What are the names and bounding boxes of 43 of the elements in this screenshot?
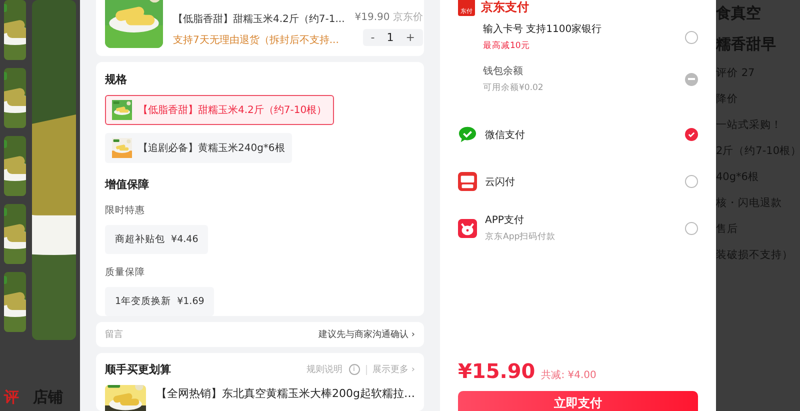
quantity-value: 1: [386, 31, 394, 44]
message-hint: 建议先与商家沟通确认 ›: [318, 328, 415, 341]
group-title: 限时特惠: [105, 204, 146, 217]
pay-now-button[interactable]: 立即支付: [458, 391, 698, 411]
section-heading: 规格: [105, 72, 128, 87]
method-name: 钱包余额: [483, 64, 524, 78]
product-title: 【低脂香甜】甜糯玉米4.2斤（约7-1...: [173, 12, 345, 26]
payment-method[interactable]: 云闪付: [458, 158, 698, 205]
section-heading: 顺手买更划算: [105, 362, 171, 377]
service-option[interactable]: 1年变质换新 ¥1.69: [105, 287, 214, 316]
method-note: 可用余额¥0.02: [483, 82, 544, 94]
group-title: 质量保障: [105, 266, 146, 279]
product-price: ¥19.90 京东价: [354, 10, 423, 24]
plus-button[interactable]: +: [406, 31, 415, 44]
payment-method[interactable]: APP支付 京东App扫码付款: [458, 205, 698, 251]
total-price: ¥15.90: [458, 359, 536, 383]
method-name: 微信支付: [485, 128, 526, 142]
card-icon: [458, 172, 477, 191]
payment-title: 京东支付: [481, 0, 529, 16]
spec-option[interactable]: 【追剧必备】黄糯玉米240g*6根: [105, 133, 292, 163]
radio-button[interactable]: [685, 30, 698, 44]
minus-icon: [688, 78, 695, 80]
discount-amount: 共减: ¥4.00: [541, 368, 596, 382]
bundle-item-title[interactable]: 【全网热销】东北真空黄糯玉米大棒200g起软糯拉…: [156, 386, 415, 401]
dog-mascot-icon: [458, 218, 477, 238]
section-heading: 增值保障: [105, 177, 150, 192]
radio-button[interactable]: [685, 222, 698, 234]
method-name: 云闪付: [485, 176, 516, 188]
check-icon: [688, 131, 695, 138]
method-note: 京东App扫码付款: [485, 231, 557, 243]
message-row[interactable]: 留言 建议先与商家沟通确认 ›: [96, 322, 424, 347]
check-radio[interactable]: [685, 128, 698, 141]
method-name: APP支付: [485, 214, 525, 227]
method-note: 最高减10元: [483, 40, 531, 52]
method-name: 输入卡号 支持1100家银行: [483, 22, 603, 36]
spec-option[interactable]: 【低脂香甜】甜糯玉米4.2斤（约7-10根）: [105, 95, 334, 125]
minus-button[interactable]: -: [370, 31, 375, 44]
message-label: 留言: [105, 328, 123, 341]
service-option[interactable]: 商超补贴包 ¥4.46: [105, 225, 208, 254]
chat-bubble-icon: [458, 125, 477, 144]
return-policy: 支持7天无理由退货（拆封后不支持...: [173, 34, 340, 47]
radio-button[interactable]: [685, 175, 698, 188]
payment-method[interactable]: 微信支付: [458, 111, 698, 158]
